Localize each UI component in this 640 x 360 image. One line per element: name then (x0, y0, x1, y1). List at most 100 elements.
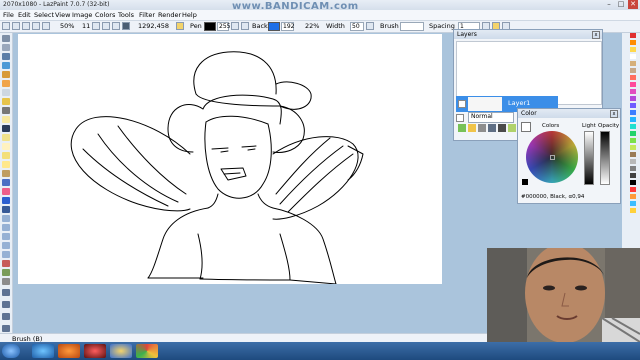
menu-render[interactable]: Render (158, 11, 181, 19)
palette-swatch-coral[interactable] (630, 75, 636, 80)
save-icon[interactable] (22, 22, 30, 30)
palette-swatch-pink[interactable] (630, 82, 636, 87)
maximize-button[interactable]: □ (616, 0, 626, 9)
color-picker-icon[interactable] (2, 53, 10, 60)
palette-swatch-red-2[interactable] (630, 187, 636, 192)
merge-layer-icon[interactable] (488, 124, 496, 132)
selection-rect-icon[interactable] (2, 215, 10, 222)
palette-swatch-violet[interactable] (630, 103, 636, 108)
palette-swatch-chartreuse[interactable] (630, 145, 636, 150)
lazpaint-icon[interactable] (110, 344, 132, 358)
layers-close-button[interactable]: x (592, 31, 600, 39)
palette-swatch-beige[interactable] (630, 68, 636, 73)
duplicate-layer-icon[interactable] (478, 124, 486, 132)
palette-swatch-tan[interactable] (630, 61, 636, 66)
phong-icon[interactable] (2, 188, 10, 195)
close-button[interactable]: ✕ (628, 0, 638, 9)
swap-colors-icon[interactable] (231, 22, 239, 30)
rotate-icon[interactable] (2, 269, 10, 276)
magic-wand-icon[interactable] (2, 251, 10, 258)
select-icon[interactable] (2, 125, 10, 132)
palette-swatch-purple[interactable] (630, 96, 636, 101)
menu-colors[interactable]: Colors (95, 11, 115, 19)
palette-swatch-charcoal[interactable] (630, 173, 636, 178)
settings-icon[interactable] (2, 325, 10, 332)
palette-swatch-yellow[interactable] (630, 47, 636, 52)
zoom-tool-icon[interactable] (2, 289, 10, 296)
view-icon[interactable] (2, 313, 10, 320)
pen-color-swatch[interactable] (204, 22, 216, 31)
palette-swatch-magenta[interactable] (630, 89, 636, 94)
spline-icon[interactable] (2, 152, 10, 159)
layer-visible-checkbox[interactable] (458, 100, 466, 108)
gradient-icon[interactable] (2, 179, 10, 186)
drawing-canvas[interactable] (18, 34, 442, 285)
menu-select[interactable]: Select (34, 11, 54, 19)
lightness-slider[interactable] (584, 131, 594, 185)
move-tool-icon[interactable] (2, 44, 10, 51)
brush-icon[interactable] (2, 71, 10, 78)
back-alpha-field[interactable]: 192 (281, 22, 294, 31)
width-field[interactable]: 50 (350, 22, 364, 31)
palette-swatch-gold[interactable] (630, 208, 636, 213)
color-wheel[interactable] (526, 131, 578, 183)
flip-icon[interactable] (2, 278, 10, 285)
crop-icon[interactable] (2, 260, 10, 267)
palette-swatch-sky[interactable] (630, 117, 636, 122)
shape-icon[interactable] (2, 170, 10, 177)
menu-tools[interactable]: Tools (118, 11, 134, 19)
width-dropdown-icon[interactable] (366, 22, 374, 30)
selection-poly-icon[interactable] (2, 233, 10, 240)
menu-view[interactable]: View (55, 11, 70, 19)
lasso-icon[interactable] (2, 161, 10, 168)
palette-swatch-orange[interactable] (630, 40, 636, 45)
menu-image[interactable]: Image (72, 11, 92, 19)
line-icon[interactable] (2, 107, 10, 114)
color-close-button[interactable]: x (610, 110, 618, 118)
layer-option-checkbox[interactable] (456, 114, 464, 122)
back-color-swatch[interactable] (268, 22, 280, 31)
selection-spline-icon[interactable] (2, 242, 10, 249)
palette-swatch-lime[interactable] (630, 138, 636, 143)
fill-icon[interactable] (2, 98, 10, 105)
palette-swatch-white[interactable] (630, 54, 636, 59)
minimize-button[interactable]: – (604, 0, 614, 9)
eraser-icon[interactable] (2, 89, 10, 96)
pen-icon[interactable] (2, 62, 10, 69)
palette-swatch-red[interactable] (630, 33, 636, 38)
palette-swatch-gray[interactable] (630, 159, 636, 164)
palette-swatch-orange-2[interactable] (630, 194, 636, 199)
ellipse-icon[interactable] (2, 134, 10, 141)
menu-filter[interactable]: Filter (139, 11, 155, 19)
zoom-in-icon[interactable] (92, 22, 100, 30)
palette-swatch-black[interactable] (630, 180, 636, 185)
zoom-fit-icon[interactable] (112, 22, 120, 30)
color-wheel-cursor[interactable] (550, 155, 555, 160)
menu-help[interactable]: Help (182, 11, 197, 19)
media-player-icon[interactable] (58, 344, 80, 358)
bandicam-icon[interactable] (84, 344, 106, 358)
selection-ellipse-icon[interactable] (2, 224, 10, 231)
chrome-icon[interactable] (136, 344, 158, 358)
pen-alpha-field[interactable]: 255 (217, 22, 230, 31)
menu-file[interactable]: File (3, 11, 14, 19)
hand-small-icon[interactable] (2, 301, 10, 308)
palette-swatch-brown[interactable] (630, 152, 636, 157)
palette-swatch-teal[interactable] (630, 124, 636, 129)
zoom-actual-icon[interactable] (122, 22, 130, 30)
palette-swatch-blue[interactable] (630, 110, 636, 115)
color-mode-icon[interactable] (521, 122, 531, 132)
undo-icon[interactable] (32, 22, 40, 30)
pen-tool-icon[interactable] (176, 22, 184, 30)
palette-swatch-darkgray[interactable] (630, 166, 636, 171)
layer-props-icon[interactable] (498, 124, 506, 132)
text-icon[interactable] (2, 197, 10, 204)
start-button[interactable] (2, 344, 20, 358)
pen-options-icon[interactable] (241, 22, 249, 30)
brush-select[interactable] (400, 22, 424, 31)
zoom-out-icon[interactable] (102, 22, 110, 30)
palette-swatch-blue-2[interactable] (630, 201, 636, 206)
add-layer-icon[interactable] (458, 124, 466, 132)
delete-layer-icon[interactable] (508, 124, 516, 132)
open-icon[interactable] (12, 22, 20, 30)
